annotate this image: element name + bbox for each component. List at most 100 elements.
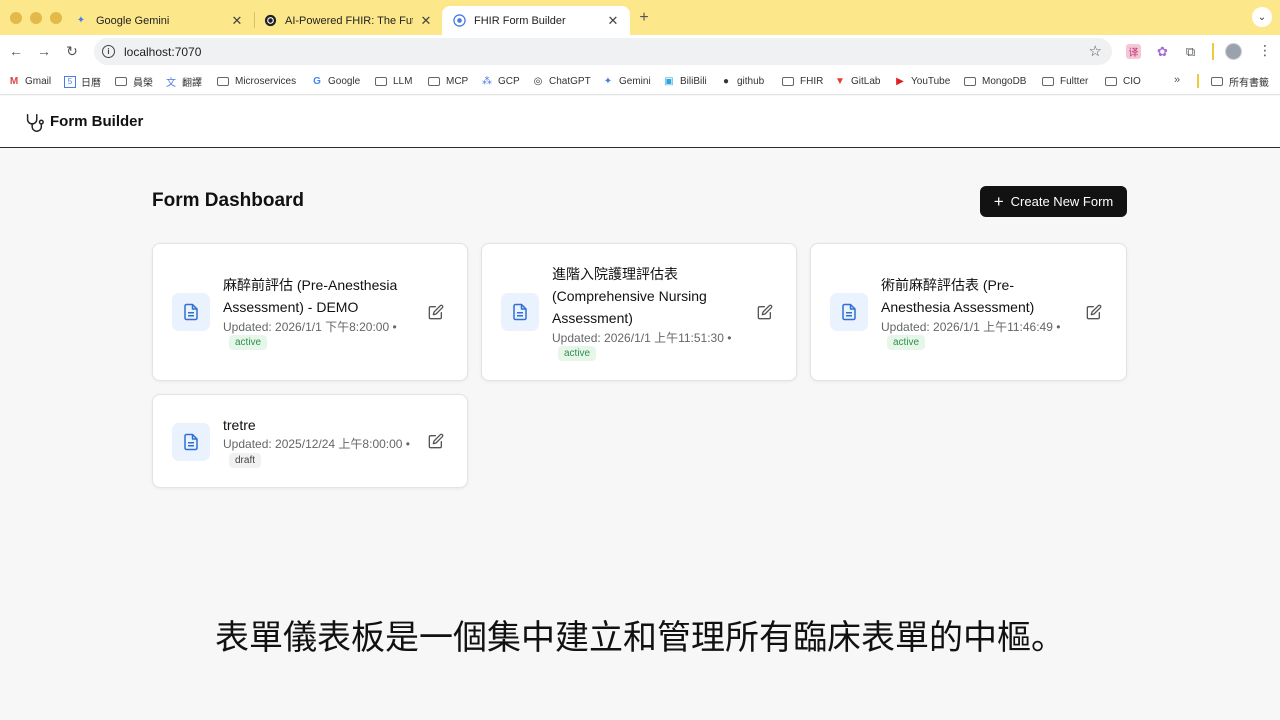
form-card[interactable]: tretre Updated: 2025/12/24 上午8:00:00 • d… — [152, 394, 468, 488]
tab-search-chevron-icon[interactable]: ⌄ — [1252, 7, 1272, 27]
site-info-icon[interactable]: i — [102, 45, 115, 58]
bilibili-icon: ▣ — [664, 76, 674, 87]
bookmark-gcp[interactable]: ⁂ GCP — [481, 74, 520, 89]
bookmark-folder-mcp[interactable]: MCP — [428, 74, 468, 89]
globe-icon — [452, 14, 466, 28]
app-title[interactable]: Form Builder — [50, 113, 143, 130]
form-title[interactable]: 術前麻醉評估表 (Pre-Anesthesia Assessment) — [881, 274, 1061, 318]
status-badge: active — [558, 346, 597, 361]
document-icon — [172, 423, 210, 461]
window-minimize-button[interactable] — [30, 12, 42, 24]
document-icon — [830, 293, 868, 331]
tab-title: Google Gemini — [96, 14, 170, 27]
bookmark-folder-mongodb[interactable]: MongoDB — [964, 74, 1026, 89]
folder-icon — [217, 77, 229, 86]
folder-icon — [428, 77, 440, 86]
bookmark-folder-yuanrong[interactable]: 員榮 — [115, 74, 153, 89]
forward-arrow-icon[interactable]: → — [35, 42, 53, 60]
github-icon: ● — [722, 76, 730, 87]
stethoscope-icon — [26, 114, 44, 132]
close-icon[interactable]: ✕ — [230, 13, 244, 29]
extensions-puzzle-icon[interactable]: ⧉ — [1183, 44, 1198, 59]
profile-avatar[interactable] — [1225, 43, 1242, 60]
form-updated: Updated: 2026/1/1 上午11:46:49 • — [881, 320, 1061, 334]
url-text[interactable]: localhost:7070 — [124, 45, 201, 59]
folder-icon — [782, 77, 794, 86]
form-updated: Updated: 2025/12/24 上午8:00:00 • — [223, 437, 411, 451]
bookmark-gemini[interactable]: ✦ Gemini — [602, 74, 651, 89]
bookmark-folder-microservices[interactable]: Microservices — [217, 74, 296, 89]
bookmark-google[interactable]: G Google — [311, 74, 360, 89]
document-icon — [501, 293, 539, 331]
window-zoom-button[interactable] — [50, 12, 62, 24]
gcp-icon: ⁂ — [482, 76, 492, 87]
extension-translate-icon[interactable]: 译 — [1126, 44, 1141, 59]
calendar-icon: 5 — [64, 75, 76, 88]
address-bar[interactable]: i localhost:7070 ☆ — [94, 38, 1112, 65]
window-close-button[interactable] — [10, 12, 22, 24]
folder-icon — [1105, 77, 1117, 86]
form-card[interactable]: 術前麻醉評估表 (Pre-Anesthesia Assessment) Upda… — [810, 243, 1127, 381]
bookmark-bilibili[interactable]: ▣ BiliBili — [663, 74, 706, 89]
app-header: Form Builder — [0, 96, 1280, 148]
bookmark-translate[interactable]: 文翻譯 — [165, 74, 202, 89]
chatgpt-icon — [263, 14, 277, 28]
bookmark-gitlab[interactable]: ▼ GitLab — [834, 74, 880, 89]
bookmark-github[interactable]: ● github — [720, 74, 764, 89]
status-badge: draft — [229, 453, 262, 468]
video-subtitle: 表單儀表板是一個集中建立和管理所有臨床表單的中樞。 — [215, 618, 1065, 658]
folder-icon — [375, 77, 387, 86]
bookmark-youtube[interactable]: ▶ YouTube — [894, 74, 950, 89]
status-badge: active — [887, 335, 926, 350]
form-title[interactable]: tretre — [223, 414, 413, 436]
bookmarks-overflow-chevron-icon[interactable]: » — [1174, 74, 1180, 86]
bookmark-calendar[interactable]: 5 日曆 — [64, 74, 101, 89]
bookmark-folder-llm[interactable]: LLM — [375, 74, 412, 89]
form-updated: Updated: 2026/1/1 上午11:51:30 • — [552, 331, 732, 345]
extension-brain-icon[interactable]: ✿ — [1155, 44, 1170, 59]
gemini-icon: ✦ — [76, 15, 86, 26]
all-bookmarks[interactable]: 所有書籤 — [1211, 74, 1269, 89]
google-icon: G — [313, 76, 321, 87]
bookmarks-bar: M Gmail 5 日曆 員榮 文翻譯 Microservices G Google … — [0, 68, 1280, 95]
page-title: Form Dashboard — [152, 190, 305, 211]
form-title[interactable]: 進階入院護理評估表 (Comprehensive Nursing Assessm… — [552, 263, 742, 329]
folder-icon — [115, 77, 127, 86]
browser-tab-fhir-form-builder[interactable]: FHIR Form Builder ✕ — [442, 6, 630, 35]
browser-tab-gemini[interactable]: ✦ Google Gemini ✕ — [64, 6, 254, 35]
edit-icon[interactable] — [428, 433, 444, 449]
form-title[interactable]: 麻醉前評估 (Pre-Anesthesia Assessment) - DEMO — [223, 274, 423, 318]
bookmark-folder-fultter[interactable]: Fultter — [1042, 74, 1088, 89]
bookmark-folder-fhir[interactable]: FHIR — [782, 74, 823, 89]
chatgpt-icon: ◎ — [533, 76, 543, 87]
browser-tab-strip: ✦ Google Gemini ✕ AI-Powered FHIR: The F… — [0, 0, 1280, 35]
create-new-form-button[interactable]: + Create New Form — [980, 186, 1127, 217]
bookmark-chatgpt[interactable]: ◎ ChatGPT — [532, 74, 591, 89]
bookmark-gmail[interactable]: M Gmail — [8, 74, 51, 89]
folder-icon — [964, 77, 976, 86]
gemini-icon: ✦ — [603, 76, 613, 87]
bookmark-folder-cio[interactable]: CIO — [1105, 74, 1141, 89]
plus-icon: + — [993, 191, 1004, 211]
browser-tab-fhir-article[interactable]: AI-Powered FHIR: The Future ✕ — [253, 6, 443, 35]
form-card[interactable]: 麻醉前評估 (Pre-Anesthesia Assessment) - DEMO… — [152, 243, 468, 381]
browser-toolbar: ← → ↻ i localhost:7070 ☆ 译 ✿ ⧉ — [0, 35, 1280, 68]
bookmark-star-icon[interactable]: ☆ — [1089, 42, 1102, 60]
new-tab-icon[interactable]: + — [636, 9, 652, 27]
document-icon — [172, 293, 210, 331]
gmail-icon: M — [9, 76, 19, 87]
close-icon[interactable]: ✕ — [606, 13, 620, 29]
browser-menu-icon[interactable]: ⋮ — [1258, 42, 1272, 59]
status-badge: active — [229, 335, 268, 350]
folder-icon — [1042, 77, 1054, 86]
edit-icon[interactable] — [428, 304, 444, 320]
tab-title: AI-Powered FHIR: The Future — [285, 14, 413, 27]
edit-icon[interactable] — [757, 304, 773, 320]
gitlab-icon: ▼ — [835, 76, 845, 87]
form-card[interactable]: 進階入院護理評估表 (Comprehensive Nursing Assessm… — [481, 243, 797, 381]
back-arrow-icon[interactable]: ← — [7, 42, 25, 60]
close-icon[interactable]: ✕ — [419, 13, 433, 29]
translate-icon: 文 — [166, 78, 176, 89]
edit-icon[interactable] — [1086, 304, 1102, 320]
reload-icon[interactable]: ↻ — [63, 42, 81, 60]
